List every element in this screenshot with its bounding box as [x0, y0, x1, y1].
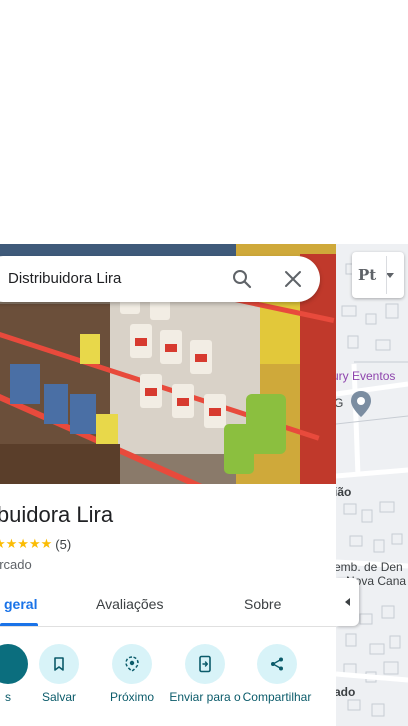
place-title: ibuidora Lira: [0, 502, 114, 527]
share-icon: [257, 644, 297, 684]
blank-area: [0, 0, 408, 244]
layer-divider: [386, 256, 387, 294]
map-label-ado: ado: [336, 685, 356, 699]
layer-label: Pt: [358, 266, 377, 284]
action-label: Próximo: [109, 690, 154, 704]
collapse-panel-button[interactable]: [336, 578, 359, 626]
map-view[interactable]: ury Eventos G ião emb. de Den Nova Cana …: [336, 244, 408, 726]
map-label-eventos[interactable]: ury Eventos: [336, 369, 395, 383]
rating-stars-icon: ★★★★★: [0, 536, 53, 551]
action-label: Compartilhar: [242, 690, 312, 704]
rating-count: (5): [55, 536, 72, 552]
place-category[interactable]: ercado: [0, 557, 32, 572]
map-label-g: G: [336, 396, 344, 410]
tab-overview[interactable]: geral: [4, 596, 37, 612]
chevron-left-icon: [345, 598, 350, 606]
map-pin-icon[interactable]: [350, 390, 372, 418]
bookmark-icon: [39, 644, 79, 684]
send-to-phone-icon: [185, 644, 225, 684]
map-label-uniao: ião: [336, 485, 352, 499]
map-label-emb: emb. de Den: [336, 560, 403, 574]
tab-reviews[interactable]: Avaliações: [96, 596, 163, 612]
search-icon[interactable]: [230, 267, 254, 291]
action-label: Enviar para o: [169, 690, 241, 704]
tab-about[interactable]: Sobre: [244, 596, 281, 612]
save-button[interactable]: Salvar: [23, 644, 95, 704]
tab-bar: geral Avaliações Sobre: [0, 584, 336, 627]
search-input[interactable]: Distribuidora Lira: [8, 270, 121, 287]
action-label: Salvar: [41, 690, 76, 704]
chevron-down-icon: [386, 272, 395, 278]
rating-row[interactable]: ★★★★★ (5): [0, 536, 71, 552]
active-tab-indicator: [0, 623, 38, 626]
share-button[interactable]: Compartilhar: [241, 644, 313, 704]
search-bar[interactable]: Distribuidora Lira: [0, 256, 320, 302]
nearby-button[interactable]: Próximo: [96, 644, 168, 704]
nearby-icon: [112, 644, 152, 684]
send-to-phone-button[interactable]: Enviar para o: [169, 644, 241, 704]
layer-select-button[interactable]: Pt: [352, 252, 404, 298]
close-icon[interactable]: [281, 267, 305, 291]
